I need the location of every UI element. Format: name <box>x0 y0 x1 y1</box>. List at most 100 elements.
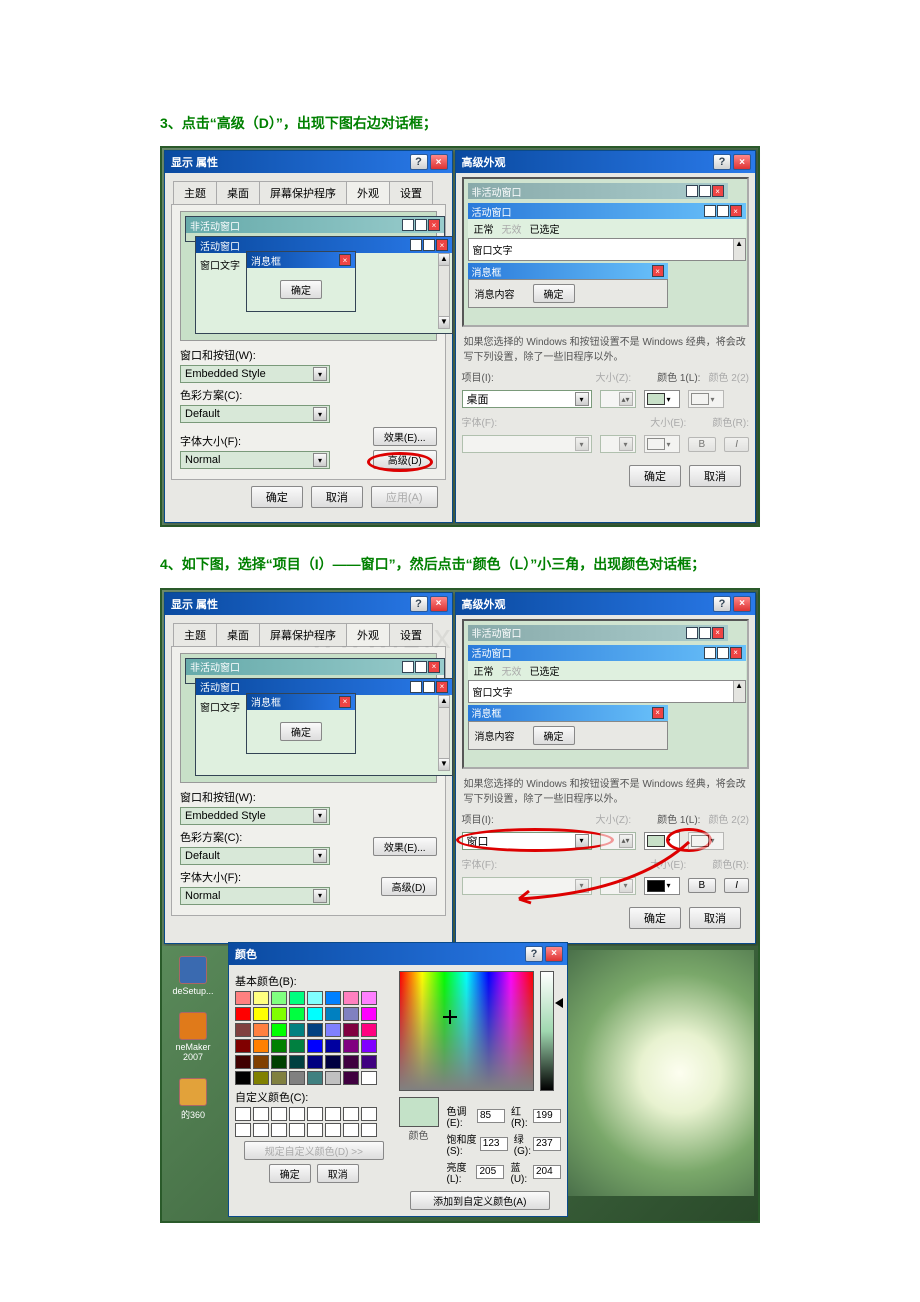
luminance-strip[interactable] <box>540 971 554 1091</box>
color-chip[interactable] <box>271 1107 287 1121</box>
color-chip[interactable] <box>361 1055 377 1069</box>
color-chip[interactable] <box>235 1007 251 1021</box>
color-chip[interactable] <box>289 1007 305 1021</box>
color-chip[interactable] <box>361 1039 377 1053</box>
help-icon[interactable]: ? <box>410 154 428 170</box>
apply-button[interactable]: 应用(A) <box>371 486 438 508</box>
color-chip[interactable] <box>307 1071 323 1085</box>
color-chip[interactable] <box>343 1071 359 1085</box>
color-chip[interactable] <box>289 1071 305 1085</box>
add-custom-color-button[interactable]: 添加到自定义颜色(A) <box>410 1191 550 1210</box>
color-chip[interactable] <box>343 1055 359 1069</box>
color-chip[interactable] <box>271 1007 287 1021</box>
close-icon[interactable]: × <box>545 946 563 962</box>
bold-button[interactable]: B <box>688 878 717 893</box>
color-chip[interactable] <box>235 991 251 1005</box>
color-chip[interactable] <box>361 1107 377 1121</box>
adv-cancel-button[interactable]: 取消 <box>689 465 741 487</box>
color-chip[interactable] <box>325 1023 341 1037</box>
color-chip[interactable] <box>361 1123 377 1137</box>
select-windows-buttons[interactable]: Embedded Style▾ <box>180 365 330 383</box>
select-font-size[interactable]: Normal▾ <box>180 451 330 469</box>
color-chip[interactable] <box>307 1023 323 1037</box>
color-chip[interactable] <box>361 991 377 1005</box>
color1-swatch[interactable]: ▾ <box>644 390 680 408</box>
tab-appearance[interactable]: 外观 <box>346 623 390 646</box>
select-windows-buttons-2[interactable]: Embedded Style▾ <box>180 807 330 825</box>
effects-button[interactable]: 效果(E)... <box>373 427 437 446</box>
color-chip[interactable] <box>289 1123 305 1137</box>
help-icon[interactable]: ? <box>713 154 731 170</box>
desktop-icon[interactable]: 的360 <box>168 1078 218 1121</box>
color-chip[interactable] <box>271 1055 287 1069</box>
color-chip[interactable] <box>235 1023 251 1037</box>
close-icon[interactable]: × <box>733 154 751 170</box>
select-item-window[interactable]: 窗口▾ <box>462 832 592 850</box>
color-chip[interactable] <box>253 1007 269 1021</box>
color-chip[interactable] <box>343 1123 359 1137</box>
color-gradient[interactable] <box>399 971 534 1091</box>
advanced-button[interactable]: 高级(D) <box>373 450 437 469</box>
color-chip[interactable] <box>271 1123 287 1137</box>
color-chip[interactable] <box>361 1071 377 1085</box>
help-icon[interactable]: ? <box>410 596 428 612</box>
help-icon[interactable]: ? <box>525 946 543 962</box>
custom-colors-grid[interactable] <box>235 1107 393 1137</box>
color-ok-button[interactable]: 确定 <box>269 1164 311 1183</box>
tab-theme[interactable]: 主题 <box>173 181 217 204</box>
tab-theme[interactable]: 主题 <box>173 623 217 646</box>
color-chip[interactable] <box>307 1055 323 1069</box>
color-chip[interactable] <box>343 1023 359 1037</box>
hue-input[interactable]: 85 <box>477 1109 505 1123</box>
tab-desktop[interactable]: 桌面 <box>216 181 260 204</box>
color-chip[interactable] <box>307 1123 323 1137</box>
adv-ok-button-2[interactable]: 确定 <box>629 907 681 929</box>
color-chip[interactable] <box>253 1107 269 1121</box>
desktop-icon[interactable]: deSetup... <box>168 956 218 996</box>
select-color-scheme[interactable]: Default▾ <box>180 405 330 423</box>
color-chip[interactable] <box>235 1055 251 1069</box>
color-chip[interactable] <box>271 1039 287 1053</box>
color-chip[interactable] <box>253 1071 269 1085</box>
tab-settings[interactable]: 设置 <box>389 623 433 646</box>
spinner-size[interactable]: ▴▾ <box>600 832 636 850</box>
color-chip[interactable] <box>289 1039 305 1053</box>
color-chip[interactable] <box>361 1023 377 1037</box>
color-cancel-button[interactable]: 取消 <box>317 1164 359 1183</box>
basic-colors-grid[interactable] <box>235 991 393 1085</box>
effects-button-2[interactable]: 效果(E)... <box>373 837 437 856</box>
color-chip[interactable] <box>289 991 305 1005</box>
color-chip[interactable] <box>361 1007 377 1021</box>
close-icon[interactable]: × <box>733 596 751 612</box>
color-chip[interactable] <box>253 1123 269 1137</box>
color-chip[interactable] <box>325 1055 341 1069</box>
green-input[interactable]: 237 <box>533 1137 561 1151</box>
font-color-swatch-2[interactable]: ▾ <box>644 877 680 895</box>
color-chip[interactable] <box>307 1007 323 1021</box>
spinner-size[interactable]: ▴▾ <box>600 390 636 408</box>
color-chip[interactable] <box>235 1039 251 1053</box>
adv-preview-ok[interactable]: 确定 <box>533 284 575 303</box>
color-chip[interactable] <box>325 1123 341 1137</box>
desktop-icon[interactable]: neMaker 2007 <box>168 1012 218 1062</box>
adv-preview-ok[interactable]: 确定 <box>533 726 575 745</box>
sat-input[interactable]: 123 <box>480 1137 508 1151</box>
tab-desktop[interactable]: 桌面 <box>216 623 260 646</box>
color-chip[interactable] <box>289 1107 305 1121</box>
lum-input[interactable]: 205 <box>476 1165 504 1179</box>
color-chip[interactable] <box>235 1123 251 1137</box>
color-chip[interactable] <box>325 1107 341 1121</box>
select-color-scheme-2[interactable]: Default▾ <box>180 847 330 865</box>
italic-button[interactable]: I <box>724 878 749 893</box>
color-chip[interactable] <box>325 1039 341 1053</box>
color-chip[interactable] <box>343 1007 359 1021</box>
color-chip[interactable] <box>253 1039 269 1053</box>
tab-settings[interactable]: 设置 <box>389 181 433 204</box>
color-chip[interactable] <box>325 991 341 1005</box>
define-custom-button[interactable]: 规定自定义颜色(D) >> <box>244 1141 384 1160</box>
close-icon[interactable]: × <box>430 596 448 612</box>
color1-swatch-2[interactable]: ▾ <box>644 832 680 850</box>
color-chip[interactable] <box>271 1023 287 1037</box>
color-chip[interactable] <box>289 1023 305 1037</box>
blue-input[interactable]: 204 <box>533 1165 561 1179</box>
